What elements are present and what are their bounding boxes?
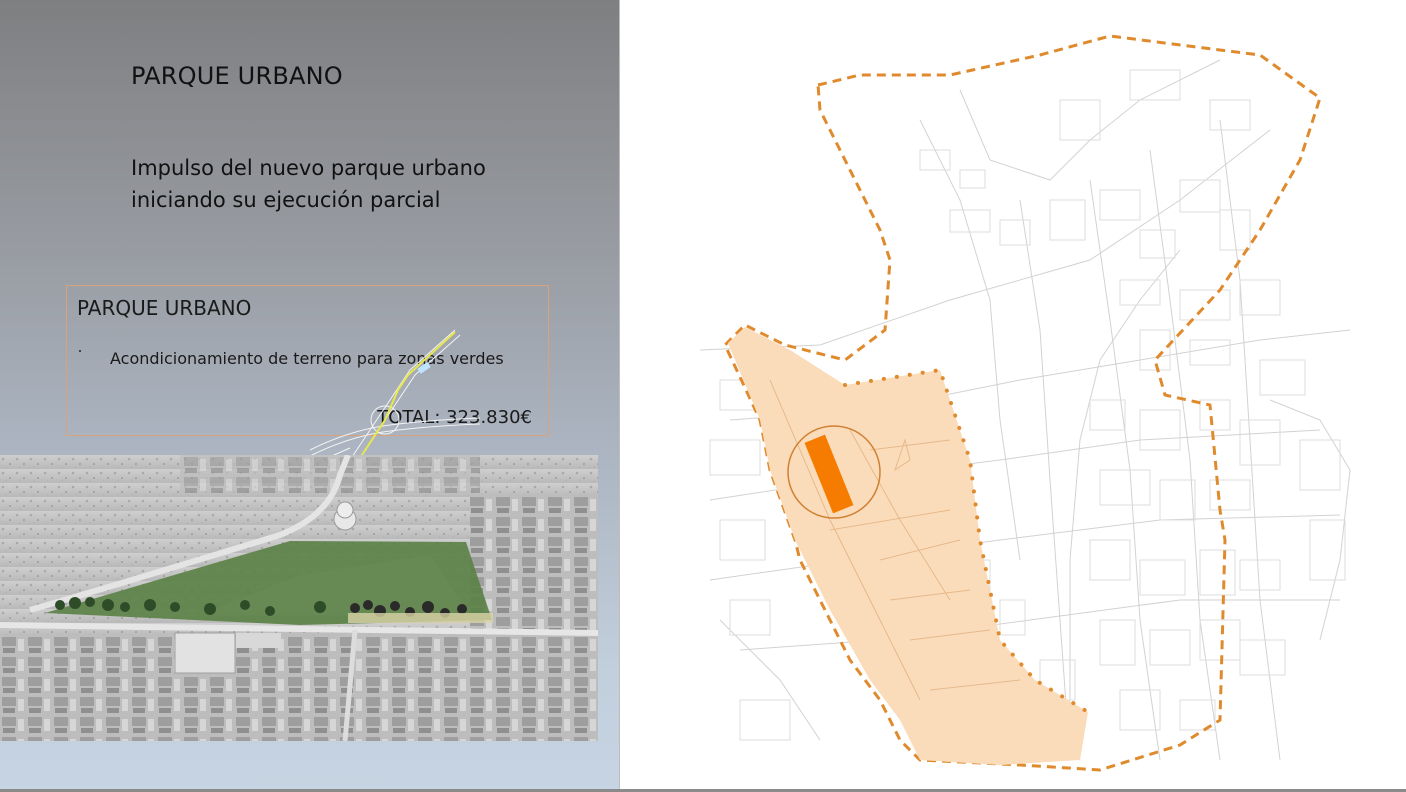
location-map — [699, 34, 1351, 772]
slide-subtitle: Impulso del nuevo parque urbano iniciand… — [131, 156, 486, 212]
aerial-photo — [0, 455, 598, 741]
bullet-marker — [79, 350, 81, 352]
left-panel: PARQUE URBANO Impulso del nuevo parque u… — [0, 0, 620, 792]
info-box-title: PARQUE URBANO — [77, 296, 252, 320]
slide-title: PARQUE URBANO — [131, 62, 343, 90]
highlighted-zone — [728, 327, 1088, 765]
